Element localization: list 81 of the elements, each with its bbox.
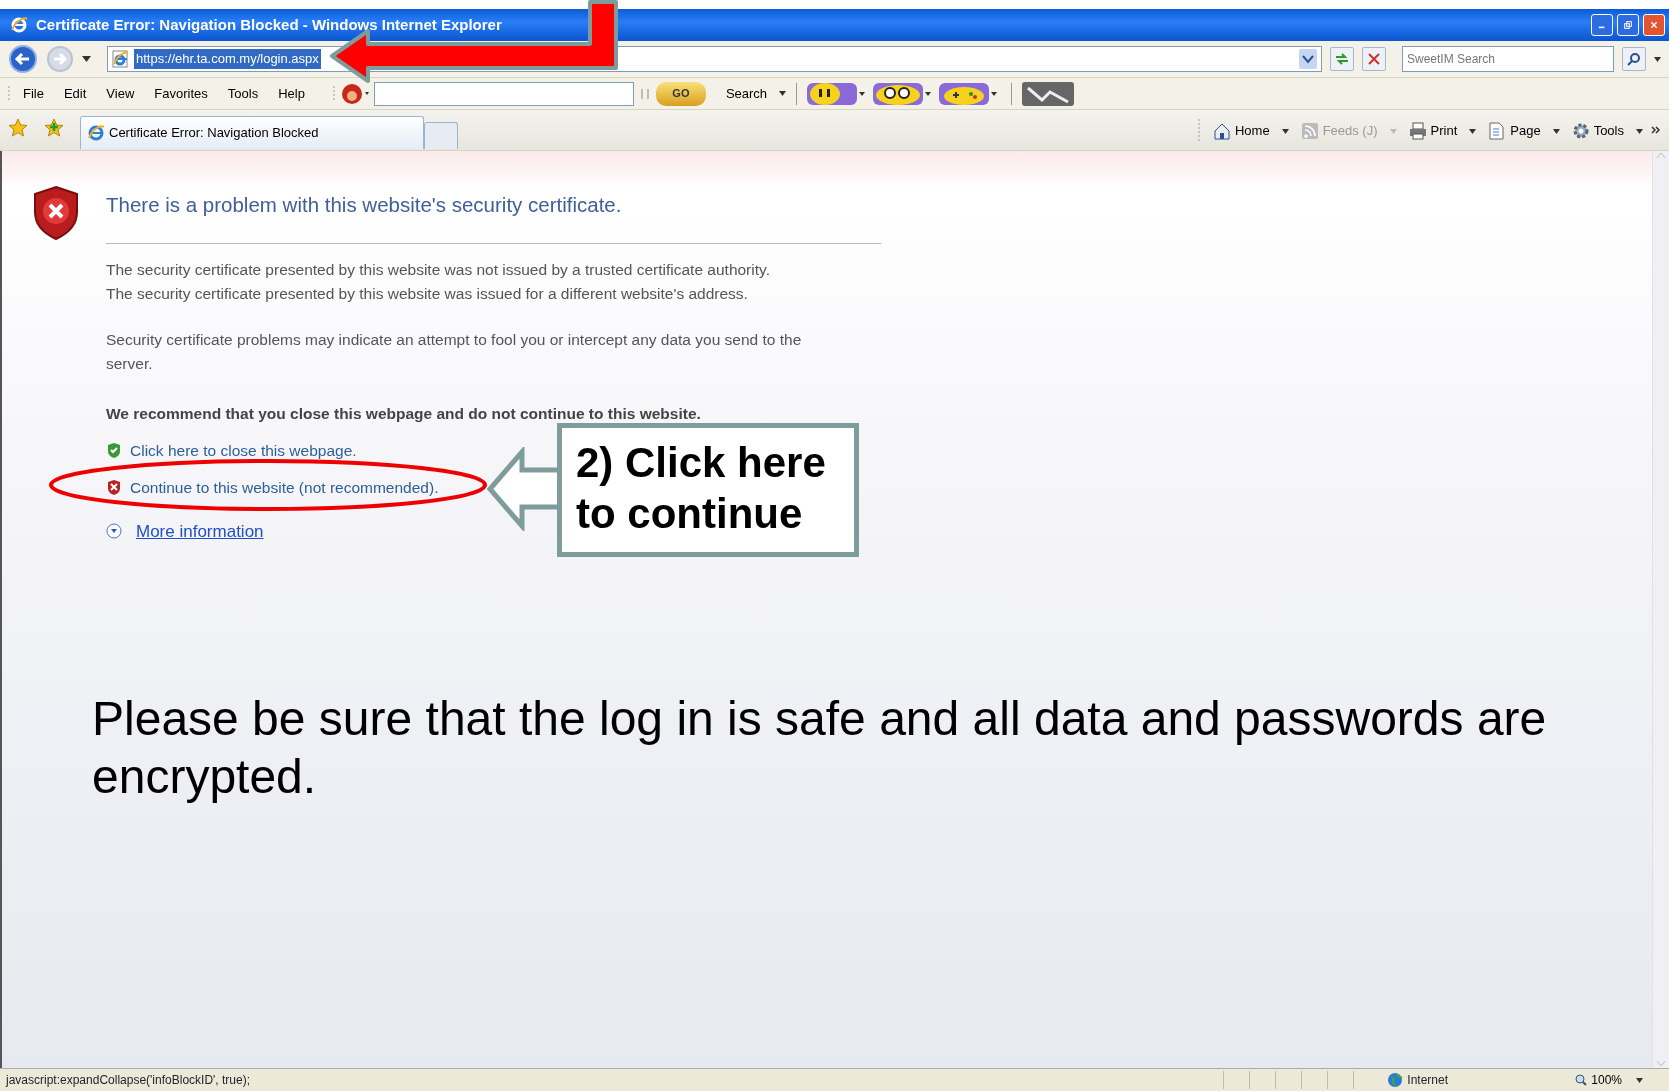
smiley-face-button[interactable]: [807, 81, 866, 106]
toolbar-grip: [1197, 118, 1201, 144]
menu-item[interactable]: Help: [270, 83, 313, 104]
zoom-button[interactable]: 100%: [1575, 1071, 1622, 1089]
add-favorite-icon[interactable]: [44, 118, 64, 138]
menu-item[interactable]: Favorites: [146, 83, 216, 104]
minimize-button[interactable]: [1591, 14, 1613, 36]
dropdown-arrow-icon[interactable]: [1654, 56, 1661, 62]
scroll-up-icon: [1656, 151, 1666, 159]
scrollbar[interactable]: [1652, 151, 1669, 1068]
goggle-eyes-button[interactable]: [873, 81, 932, 106]
url-text: https://ehr.ta.com.my/login.aspx: [134, 49, 321, 69]
close-button[interactable]: [1643, 14, 1665, 36]
dropdown-arrow-icon[interactable]: [82, 56, 91, 62]
restore-icon: [1624, 19, 1632, 31]
smiley-face-icon: [807, 81, 866, 106]
dropdown-arrow-icon[interactable]: [1552, 128, 1560, 134]
body-text: Security certificate problems may indicate an attempt to fool you or intercept any data you send to the server.: [106, 329, 803, 374]
goggle-eyes-icon: [873, 81, 932, 106]
toolbar-grip: [332, 84, 336, 103]
body-text: The security certificate presented by this website was not issued by a trusted certificate authority.: [106, 259, 771, 280]
menu-item[interactable]: Tools: [219, 83, 267, 104]
back-button[interactable]: [8, 44, 38, 74]
page-icon: [1488, 122, 1507, 140]
search-button[interactable]: [1622, 47, 1646, 71]
restore-button[interactable]: [1617, 14, 1639, 36]
home-icon: [1212, 122, 1231, 140]
pen-tool-icon[interactable]: [1022, 81, 1075, 106]
globe-icon: [1387, 1072, 1404, 1088]
stop-button[interactable]: [1362, 47, 1386, 71]
home-button[interactable]: Home: [1208, 121, 1274, 141]
gamepad-icon: [939, 81, 998, 106]
recommendation-text: We recommend that you close this webpage and do not continue to this website.: [106, 403, 702, 424]
shield-check-icon: [106, 442, 122, 460]
menu-item[interactable]: View: [98, 83, 143, 104]
dropdown-arrow-icon[interactable]: [779, 91, 787, 96]
magnifier-icon: [1575, 1074, 1588, 1086]
feed-icon: [1300, 122, 1319, 140]
expand-circle-icon: [106, 522, 122, 540]
search-field[interactable]: SweetIM Search: [1402, 46, 1614, 72]
dropdown-arrow-icon: [1389, 128, 1397, 134]
note-text: Please be sure that the log in is safe and all data and passwords are encrypted.: [92, 691, 1548, 805]
status-text: javascript:expandCollapse('infoBlockID', true);: [6, 1072, 251, 1089]
dropdown-arrow-icon[interactable]: [1636, 1077, 1643, 1083]
toolbar-grip: [8, 84, 11, 103]
menu-item[interactable]: Edit: [55, 83, 95, 104]
toolbar-search-field[interactable]: [373, 81, 634, 106]
dropdown-arrow-icon[interactable]: [1281, 128, 1289, 134]
gear-icon: [1571, 122, 1590, 140]
menu-item[interactable]: File: [15, 83, 52, 104]
close-icon: [1650, 19, 1658, 31]
gamepad-button[interactable]: [939, 81, 998, 106]
scroll-down-icon: [1656, 1060, 1666, 1068]
browser-icon: [10, 16, 28, 34]
refresh-arrows-icon: [1334, 51, 1350, 67]
link[interactable]: Click here to close this webpage.: [130, 439, 357, 463]
monkey-icon[interactable]: [339, 82, 370, 105]
page-icon: [112, 50, 128, 68]
body-text: The security certificate presented by this website was issued for a different website's address.: [106, 283, 749, 304]
search-icon: [1627, 52, 1641, 66]
print-button[interactable]: Print: [1404, 121, 1462, 141]
error-heading: There is a problem with this website's security certificate.: [106, 185, 881, 244]
browser-icon: [87, 124, 105, 142]
tools-button[interactable]: Tools: [1567, 121, 1628, 141]
search-menu-button[interactable]: Search: [717, 83, 776, 104]
shield-x-icon: [32, 185, 80, 241]
page-button[interactable]: Page: [1484, 121, 1545, 141]
more-information-link[interactable]: More information: [136, 518, 264, 544]
chevron-icon[interactable]: [1651, 126, 1661, 136]
shield-x-icon: [106, 479, 122, 497]
go-button[interactable]: GO: [655, 81, 706, 106]
security-zone-text: Internet: [1407, 1072, 1448, 1089]
browser-tab[interactable]: Certificate Error: Navigation Blocked: [80, 116, 424, 149]
star-icon[interactable]: [8, 118, 28, 138]
dropdown-arrow-icon[interactable]: [1469, 128, 1477, 134]
stop-x-icon: [1368, 53, 1380, 65]
dropdown-arrow-icon[interactable]: [1636, 128, 1643, 134]
window-title: Certificate Error: Navigation Blocked - Windows Internet Explorer: [36, 14, 502, 35]
printer-icon: [1408, 122, 1427, 140]
refresh-button[interactable]: [1330, 47, 1354, 71]
callout-box: 2) Click here to continue: [557, 423, 859, 557]
